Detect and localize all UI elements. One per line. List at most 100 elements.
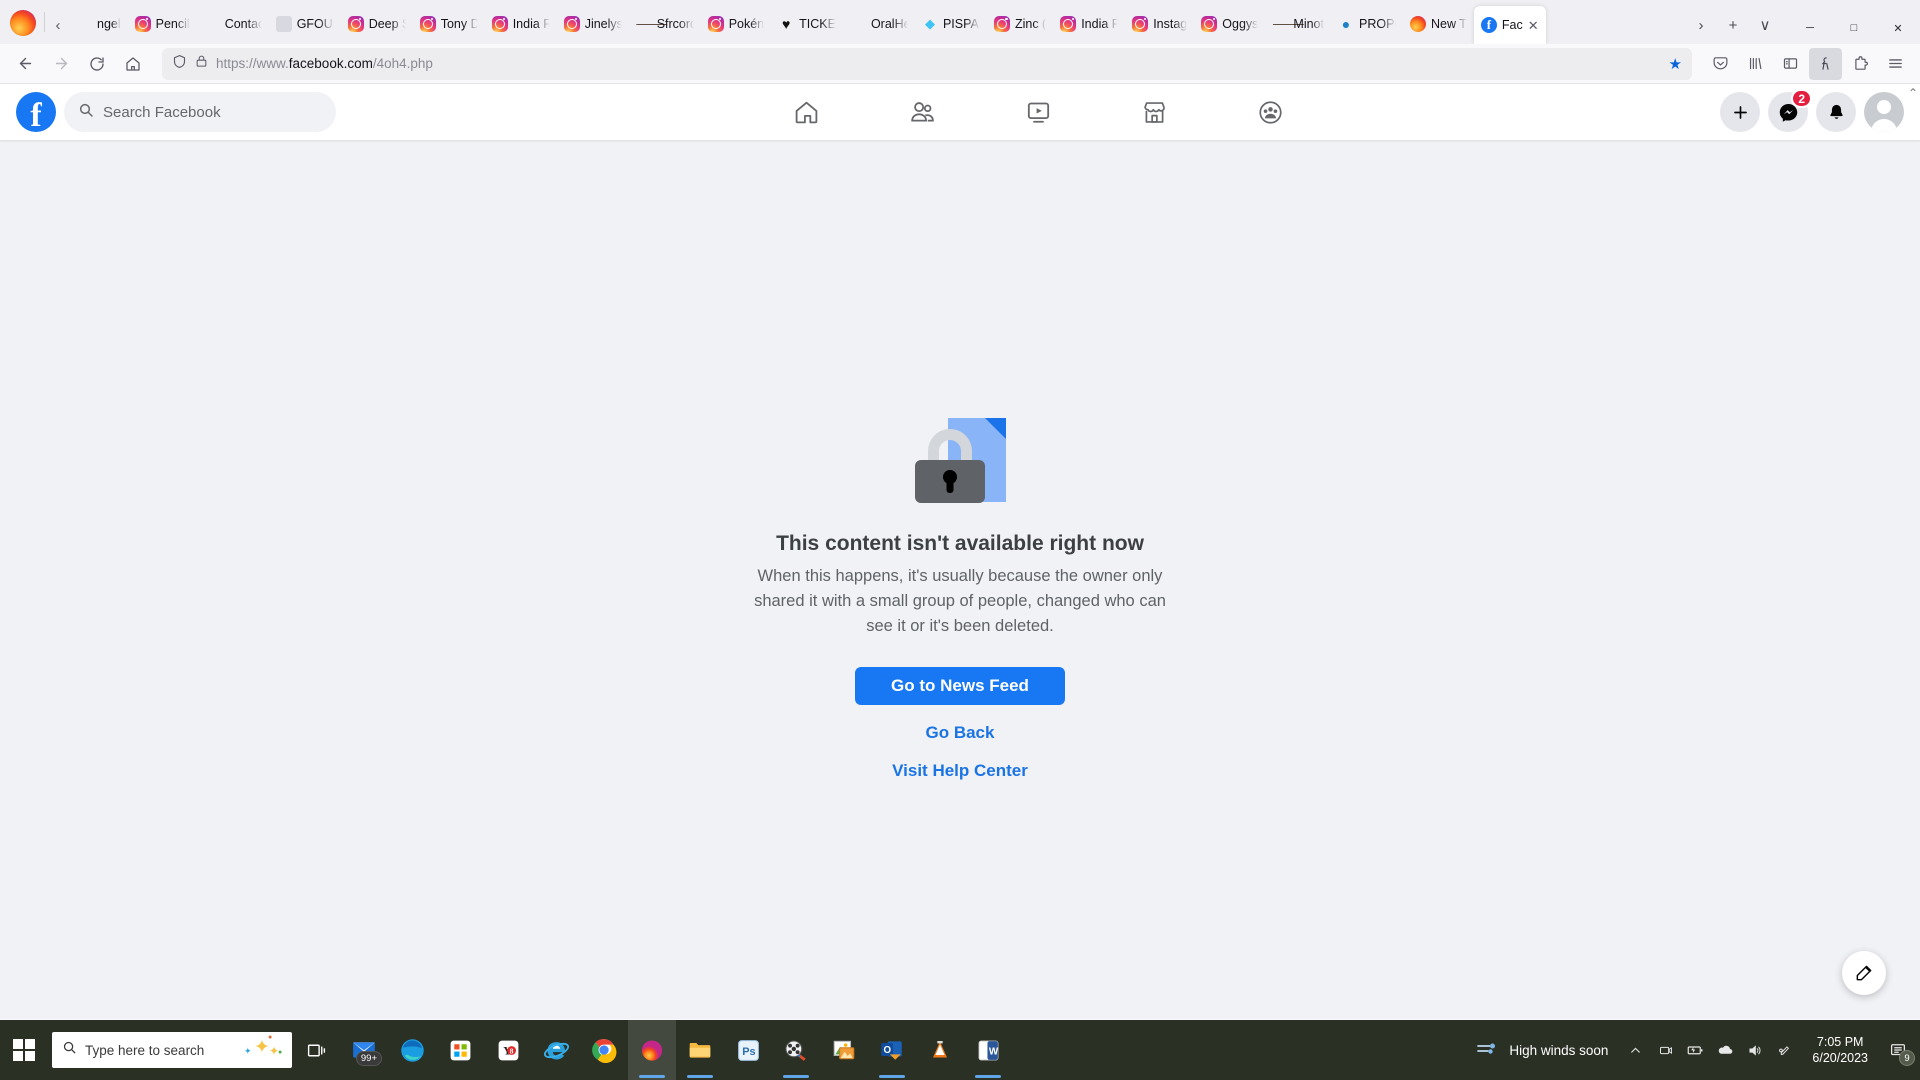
maximize-button[interactable]: □: [1832, 12, 1876, 44]
close-window-button[interactable]: ✕: [1876, 12, 1920, 44]
visit-help-center-link[interactable]: Visit Help Center: [892, 761, 1028, 781]
go-to-news-feed-button[interactable]: Go to News Feed: [855, 667, 1065, 706]
browser-tab[interactable]: OralHeal™: [843, 6, 915, 42]
notifications-button[interactable]: [1816, 92, 1856, 132]
taskbar-app-word[interactable]: W: [964, 1020, 1012, 1080]
nav-marketplace[interactable]: [1126, 89, 1182, 135]
active-app-underline: [687, 1075, 713, 1078]
browser-tab[interactable]: ngel: [69, 6, 128, 42]
list-all-tabs-button[interactable]: ∨: [1750, 10, 1780, 40]
browser-tab[interactable]: Pencil: [128, 6, 197, 42]
minimize-button[interactable]: ─: [1788, 12, 1832, 44]
tab-label: Deep S: [368, 17, 406, 31]
taskbar-app-vlc[interactable]: [916, 1020, 964, 1080]
facebook-logo-icon[interactable]: f: [16, 92, 56, 132]
browser-tab[interactable]: India F: [485, 6, 557, 42]
tab-list: ngel Pencil Contact GFOUI Deep S Tony D India …: [69, 0, 1684, 44]
browser-tab[interactable]: Zinc (: [987, 6, 1053, 42]
onedrive-icon[interactable]: [1710, 1020, 1740, 1080]
pen-icon[interactable]: [1770, 1020, 1800, 1080]
browser-tab[interactable]: Tony D: [413, 6, 485, 42]
reload-button[interactable]: [80, 48, 114, 80]
taskbar-app-photoshop[interactable]: Ps: [724, 1020, 772, 1080]
nav-groups[interactable]: [1242, 89, 1298, 135]
messenger-button[interactable]: 2: [1768, 89, 1812, 132]
compose-pencil-icon[interactable]: [1842, 951, 1886, 995]
taskbar-app-file-explorer[interactable]: [676, 1020, 724, 1080]
browser-tab[interactable]: ⸻ Minot: [1265, 6, 1331, 42]
weather-widget[interactable]: High winds soon: [1464, 1040, 1620, 1061]
tab-label: PROPO: [1358, 17, 1396, 31]
shield-icon[interactable]: [172, 54, 187, 74]
taskbar-app-internet-explorer[interactable]: [532, 1020, 580, 1080]
browser-tab[interactable]: Oggys: [1194, 6, 1265, 42]
show-hidden-icons-button[interactable]: [1620, 1020, 1650, 1080]
browser-tab[interactable]: Pokén: [701, 6, 771, 42]
library-icon[interactable]: [1739, 48, 1772, 80]
extensions-icon[interactable]: [1844, 48, 1877, 80]
bookmark-star-icon[interactable]: ★: [1669, 55, 1682, 73]
tab-label: TICKE: [799, 17, 836, 31]
browser-tab[interactable]: Deep S: [341, 6, 413, 42]
sidebar-icon[interactable]: [1774, 48, 1807, 80]
nav-watch[interactable]: [1010, 89, 1066, 135]
lock-icon[interactable]: [195, 54, 208, 73]
address-bar[interactable]: https://www.facebook.com/4oh4.php ★: [162, 47, 1692, 80]
browser-tab[interactable]: Contact: [197, 6, 269, 42]
new-tab-button[interactable]: +: [1718, 10, 1748, 40]
volume-icon[interactable]: [1740, 1020, 1770, 1080]
taskbar-app-firefox[interactable]: [628, 1020, 676, 1080]
browser-tab[interactable]: New T: [1403, 6, 1474, 42]
windows-logo-icon: [12, 1038, 36, 1062]
nav-home[interactable]: [778, 89, 834, 135]
camera-icon[interactable]: [1650, 1020, 1680, 1080]
browser-tab[interactable]: Instag: [1125, 6, 1194, 42]
scroll-top-indicator[interactable]: ⌃: [1908, 86, 1918, 100]
start-button[interactable]: [0, 1020, 48, 1080]
avatar[interactable]: [1864, 92, 1904, 132]
taskbar-app-outlook[interactable]: O: [868, 1020, 916, 1080]
tab-label: Zinc (: [1014, 17, 1047, 31]
taskbar-app-movie-maker[interactable]: [772, 1020, 820, 1080]
taskbar-clock[interactable]: 7:05 PM 6/20/2023: [1800, 1034, 1880, 1067]
home-button[interactable]: [116, 48, 150, 80]
forward-button[interactable]: [44, 48, 78, 80]
taskbar-search-input[interactable]: Type here to search ✦ ✦ ✦ ● ●: [52, 1032, 292, 1068]
account-icon[interactable]: [1809, 47, 1842, 80]
battery-icon[interactable]: [1680, 1020, 1710, 1080]
taskbar-app-microsoft-store[interactable]: [436, 1020, 484, 1080]
create-button[interactable]: [1720, 92, 1760, 132]
browser-tab[interactable]: India F: [1053, 6, 1125, 42]
browser-tab[interactable]: Jinelys: [557, 6, 629, 42]
taskbar-app-photos[interactable]: [820, 1020, 868, 1080]
scroll-tabs-left-button[interactable]: ‹: [47, 8, 69, 42]
action-center-button[interactable]: 9: [1880, 1020, 1916, 1080]
error-content: This content isn't available right now W…: [0, 140, 1920, 1019]
taskbar-app-edge[interactable]: [388, 1020, 436, 1080]
close-tab-button[interactable]: ✕: [1528, 19, 1539, 32]
browser-tab[interactable]: ● PROPO: [1331, 6, 1403, 42]
app-menu-icon[interactable]: [1879, 48, 1912, 80]
go-back-link[interactable]: Go Back: [926, 723, 995, 743]
browser-tab[interactable]: ◆ PISPAR: [915, 6, 987, 42]
url-text[interactable]: https://www.facebook.com/4oh4.php: [216, 56, 1661, 71]
window-controls: ─ □ ✕: [1788, 10, 1920, 44]
browser-tab[interactable]: GFOUI: [269, 6, 341, 42]
nav-friends[interactable]: [894, 89, 950, 135]
pocket-icon[interactable]: [1704, 48, 1737, 80]
task-view-button[interactable]: [292, 1020, 340, 1080]
svg-text:O: O: [884, 1045, 892, 1056]
browser-tab[interactable]: f Fac ✕: [1473, 6, 1546, 44]
instagram-favicon-icon: [563, 16, 580, 32]
browser-tab[interactable]: ⸻ Sfrcord: [629, 6, 701, 42]
browser-tab[interactable]: ♥ TICKE: [771, 6, 843, 42]
scroll-tabs-right-button[interactable]: ›: [1686, 10, 1716, 40]
search-input[interactable]: Search Facebook: [64, 92, 336, 132]
document-fold-shape: [985, 418, 1006, 439]
taskbar-app-yandex[interactable]: Y8: [484, 1020, 532, 1080]
taskbar-app-mail[interactable]: 99+: [340, 1020, 388, 1080]
header-left: f Search Facebook: [16, 92, 356, 132]
tab-label: New T: [1430, 17, 1467, 31]
taskbar-app-chrome[interactable]: [580, 1020, 628, 1080]
back-button[interactable]: [8, 48, 42, 80]
